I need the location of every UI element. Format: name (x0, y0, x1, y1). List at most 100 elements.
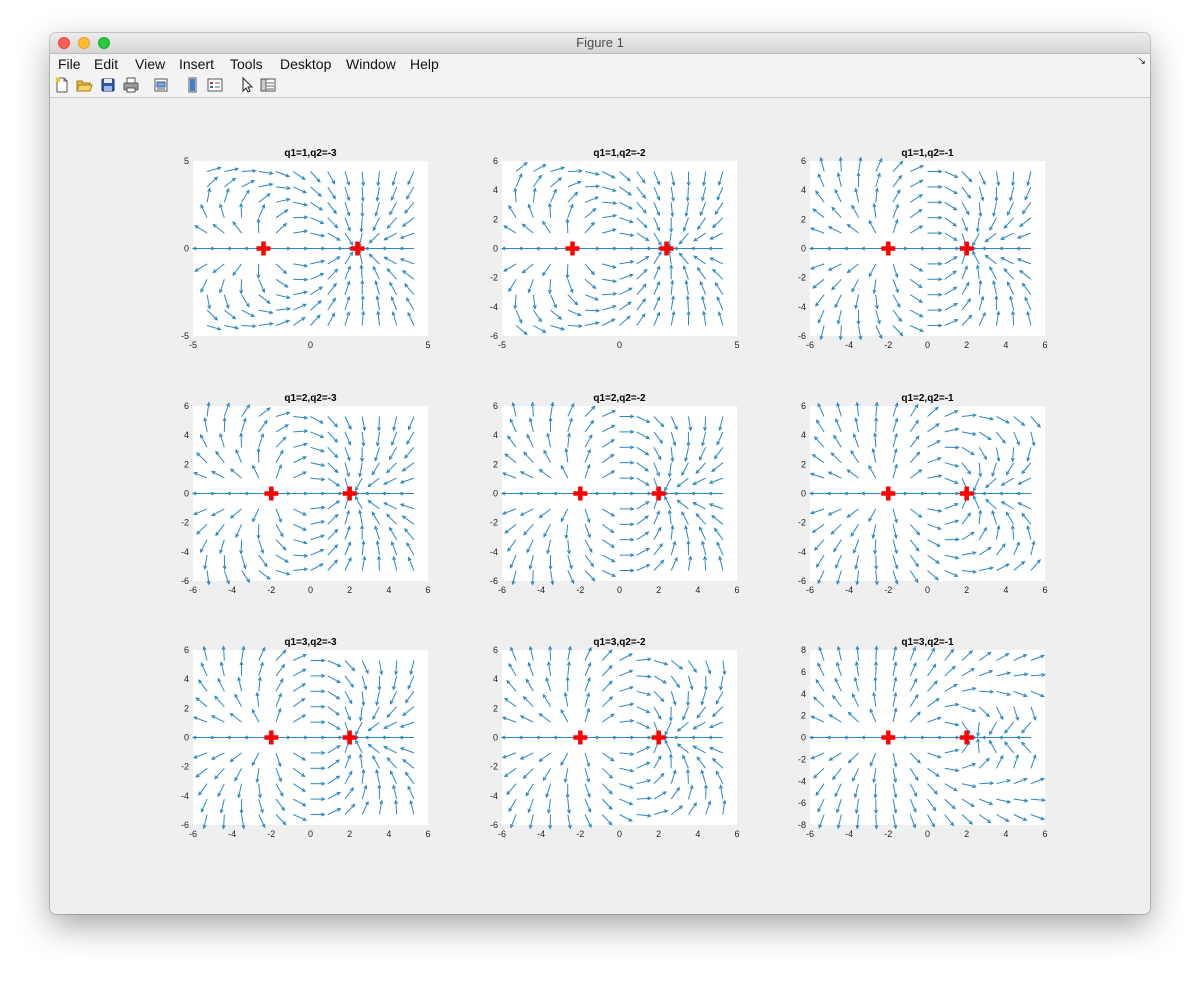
y-tick-label: -6 (798, 331, 806, 341)
field-arrow (240, 203, 243, 218)
x-tick-label: -2 (267, 585, 275, 595)
y-tick-label: 0 (184, 489, 189, 499)
menu-edit[interactable]: Edit (94, 54, 118, 74)
y-tick-label: -2 (798, 518, 806, 528)
x-tick-label: 6 (425, 829, 430, 839)
x-tick-label: -2 (576, 585, 584, 595)
x-tick-label: 6 (734, 585, 739, 595)
open-file-icon[interactable] (75, 76, 93, 94)
x-tick-label: -4 (537, 829, 545, 839)
y-tick-label: 0 (493, 733, 498, 743)
menu-view[interactable]: View (135, 54, 165, 74)
y-tick-label: 0 (184, 244, 189, 254)
x-tick-label: -2 (884, 585, 892, 595)
subplot-grid[interactable]: q1=1,q2=-3 -5 0 5 -5 0 5 q1=1,q2=-2 -5 0 5 -6 -4 -2 0 2… (50, 98, 1150, 914)
x-tick-label: -6 (189, 585, 197, 595)
menu-window[interactable]: Window (346, 54, 396, 74)
legend-icon[interactable] (206, 76, 224, 94)
subplot-5[interactable]: q1=2,q2=-2 -6 -4 -2 0 2 4 6 -6 -4 -2 0 2 4 6 (490, 393, 740, 595)
field-arrow (567, 170, 582, 172)
x-tick-label: 0 (925, 340, 930, 350)
subplot-2[interactable]: q1=1,q2=-2 -5 0 5 -6 -4 -2 0 2 4 6 (490, 148, 740, 350)
x-tick-label: 0 (308, 340, 313, 350)
field-arrow (979, 782, 994, 785)
x-tick-label: 4 (386, 585, 391, 595)
y-tick-label: 6 (801, 156, 806, 166)
y-tick-label: 4 (493, 185, 498, 195)
colorbar-icon[interactable] (184, 76, 202, 94)
subplot-3[interactable]: q1=1,q2=-1 -6 -4 -2 0 2 4 6 -6 -4 -2 0 2 4 6 (798, 148, 1048, 350)
x-tick-label: -6 (498, 585, 506, 595)
y-tick-label: -4 (490, 547, 498, 557)
subplot-6[interactable]: q1=2,q2=-1 -6 -4 -2 0 2 4 6 -6 -4 -2 0 2 4 6 (798, 393, 1048, 595)
subplot-8[interactable]: q1=3,q2=-2 -6 -4 -2 0 2 4 6 -6 -4 -2 0 2 4 6 (490, 637, 740, 839)
x-tick-label: -5 (189, 340, 197, 350)
subplot-4[interactable]: q1=2,q2=-3 -6 -4 -2 0 2 4 6 -6 -4 -2 0 2 4 6 (181, 393, 431, 595)
field-arrow (567, 325, 582, 327)
x-tick-label: 2 (656, 829, 661, 839)
menu-desktop[interactable]: Desktop (280, 54, 331, 74)
y-tick-label: -4 (490, 791, 498, 801)
y-tick-label: -4 (798, 302, 806, 312)
y-tick-label: -4 (490, 302, 498, 312)
subplot-7[interactable]: q1=3,q2=-3 -6 -4 -2 0 2 4 6 -6 -4 -2 0 2 4 6 (181, 637, 431, 839)
print-icon[interactable] (122, 76, 140, 94)
x-tick-label: -4 (845, 340, 853, 350)
subplot-1[interactable]: q1=1,q2=-3 -5 0 5 -5 0 5 (181, 148, 431, 350)
menu-help[interactable]: Help (410, 54, 439, 74)
y-tick-label: -6 (490, 820, 498, 830)
y-tick-label: -6 (798, 576, 806, 586)
y-tick-label: 6 (801, 667, 806, 677)
y-tick-label: -2 (798, 754, 806, 764)
title-bar[interactable]: Figure 1 (50, 33, 1150, 54)
x-tick-label: -2 (576, 829, 584, 839)
menu-insert[interactable]: Insert (179, 54, 214, 74)
x-tick-label: 0 (308, 585, 313, 595)
y-tick-label: -6 (490, 331, 498, 341)
menu-tools[interactable]: Tools (230, 54, 263, 74)
print-preview-icon[interactable] (152, 76, 170, 94)
x-tick-label: -6 (806, 829, 814, 839)
x-tick-label: 6 (1042, 585, 1047, 595)
new-figure-icon[interactable] (53, 76, 71, 94)
x-tick-label: 4 (1003, 829, 1008, 839)
pointer-icon[interactable] (238, 76, 256, 94)
save-icon[interactable] (99, 76, 117, 94)
y-tick-label: 4 (493, 674, 498, 684)
y-tick-label: 2 (493, 214, 498, 224)
x-tick-label: 2 (347, 829, 352, 839)
property-inspector-icon[interactable] (259, 76, 277, 94)
x-tick-label: 0 (617, 829, 622, 839)
menu-file[interactable]: File (58, 54, 81, 74)
field-arrow (549, 646, 552, 661)
figure-window: Figure 1 File Edit View Insert Tools Des… (50, 33, 1150, 914)
y-tick-label: 5 (184, 156, 189, 166)
x-tick-label: 2 (656, 585, 661, 595)
x-tick-label: 4 (1003, 340, 1008, 350)
y-tick-label: 0 (493, 244, 498, 254)
x-tick-label: 5 (734, 340, 739, 350)
y-tick-label: 0 (801, 244, 806, 254)
x-tick-label: -4 (228, 585, 236, 595)
dock-arrow-icon[interactable]: ↘ (1138, 56, 1146, 67)
y-tick-label: 6 (493, 645, 498, 655)
x-tick-label: 6 (425, 585, 430, 595)
menu-bar: File Edit View Insert Tools Desktop Wind… (50, 54, 1150, 74)
y-tick-label: 6 (184, 645, 189, 655)
x-tick-label: -6 (806, 585, 814, 595)
subplot-title: q1=1,q2=-2 (593, 148, 646, 159)
subplot-title: q1=2,q2=-2 (593, 393, 646, 404)
subplot-9[interactable]: q1=3,q2=-1-6 -4 -2 0 2 4 6-8-6-4-202468 (798, 637, 1048, 839)
y-tick-label: 4 (493, 430, 498, 440)
subplot-title: q1=3,q2=-2 (593, 637, 646, 648)
subplot-title: q1=1,q2=-3 (284, 148, 337, 159)
toolbar (50, 74, 1150, 98)
x-tick-label: -2 (267, 829, 275, 839)
y-tick-label: 4 (801, 185, 806, 195)
y-tick-label: -4 (798, 776, 806, 786)
y-tick-label: 4 (184, 674, 189, 684)
x-tick-label: -4 (845, 829, 853, 839)
figure-canvas: q1=1,q2=-3 -5 0 5 -5 0 5 q1=1,q2=-2 -5 0 5 -6 -4 -2 0 2… (50, 98, 1150, 914)
field-arrow (378, 416, 380, 431)
x-tick-label: -4 (228, 829, 236, 839)
